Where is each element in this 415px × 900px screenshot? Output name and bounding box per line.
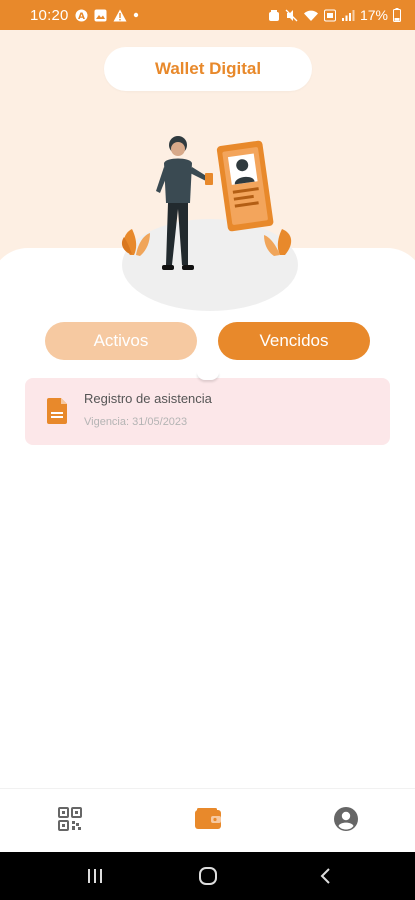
svg-text:A: A (78, 12, 85, 22)
document-title: Registro de asistencia (84, 391, 212, 406)
warning-icon (113, 9, 127, 22)
document-icon (47, 398, 69, 424)
status-right: 17% (268, 7, 401, 23)
alarm-icon (268, 9, 280, 22)
status-time: 10:20 (30, 6, 69, 24)
hero-illustration (110, 125, 310, 315)
battery-percent: 17% (359, 7, 388, 23)
document-validity: Vigencia: 31/05/2023 (84, 416, 188, 428)
status-left: 10:20 A (30, 7, 139, 24)
status-bar: 10:20 A 17% (0, 0, 415, 30)
recents-icon[interactable] (84, 866, 106, 886)
tab-activos[interactable]: Activos (45, 322, 197, 360)
bottom-navigation (0, 788, 415, 852)
page-title: Wallet Digital (104, 47, 312, 91)
account-circle-icon (333, 806, 359, 836)
wallet-icon (194, 807, 222, 835)
back-icon[interactable] (314, 866, 336, 886)
qr-code-icon (58, 807, 82, 835)
volte-icon (323, 9, 336, 22)
tab-vencidos[interactable]: Vencidos (218, 322, 370, 360)
signal-icon (341, 9, 355, 22)
battery-icon (393, 8, 401, 22)
nav-qr[interactable] (56, 807, 84, 835)
a-circle-icon: A (75, 9, 88, 22)
document-card[interactable]: Registro de asistencia Vigencia: 31/05/2… (25, 378, 390, 445)
home-icon[interactable] (197, 866, 219, 886)
image-icon (94, 9, 107, 22)
dot-icon (133, 12, 139, 18)
nav-wallet[interactable] (194, 807, 222, 835)
system-navigation-bar (0, 852, 415, 900)
nav-profile[interactable] (332, 807, 360, 835)
mute-icon (285, 9, 298, 22)
wifi-icon (303, 9, 319, 22)
